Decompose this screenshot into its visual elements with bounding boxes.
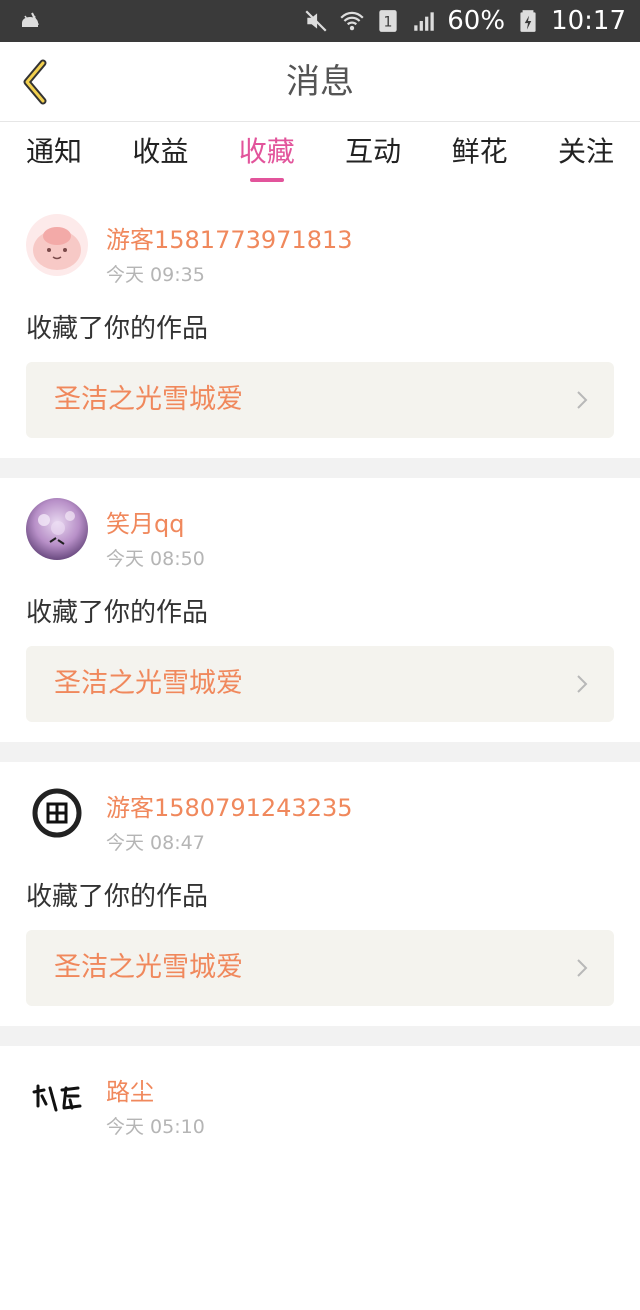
- work-title: 圣洁之光雪城爱: [54, 952, 243, 983]
- android-debug-icon: [22, 12, 39, 27]
- action-text: 收藏了你的作品: [26, 598, 209, 628]
- username[interactable]: 游客1581773971813: [106, 220, 353, 255]
- username[interactable]: 游客1580791243235: [106, 788, 353, 823]
- avatar[interactable]: [26, 782, 88, 844]
- avatar[interactable]: [26, 1066, 88, 1128]
- tab-bar: 通知 收益 收藏 互动 鲜花 关注: [0, 122, 640, 194]
- wifi-icon: [340, 11, 364, 31]
- avatar[interactable]: [26, 214, 88, 276]
- tab-interactions[interactable]: 互动: [345, 122, 401, 194]
- username[interactable]: 路尘: [106, 1072, 154, 1107]
- battery-percent: 60%: [447, 6, 506, 36]
- timestamp: 今天 08:47: [106, 832, 205, 854]
- battery-charging-icon: [520, 10, 536, 32]
- work-link[interactable]: 圣洁之光雪城爱: [26, 930, 614, 1006]
- chevron-right-icon: [577, 959, 588, 977]
- chevron-right-icon: [577, 675, 588, 693]
- tab-notifications[interactable]: 通知: [26, 122, 82, 194]
- avatar-pink-mascot-icon: [26, 214, 88, 276]
- message-card: 路尘 今天 05:10: [0, 1046, 640, 1310]
- tab-favorites[interactable]: 收藏: [239, 122, 295, 194]
- tab-flowers[interactable]: 鲜花: [452, 122, 508, 194]
- work-link[interactable]: 圣洁之光雪城爱: [26, 362, 614, 438]
- chevron-right-icon: [577, 391, 588, 409]
- mute-icon: [305, 10, 327, 32]
- action-text: 收藏了你的作品: [26, 314, 209, 344]
- tab-earnings[interactable]: 收益: [132, 122, 188, 194]
- sim-1-icon: 1: [379, 10, 397, 32]
- avatar-purple-flowers-icon: [26, 498, 88, 560]
- action-text: 收藏了你的作品: [26, 882, 209, 912]
- message-card: 游客1581773971813 今天 09:35 收藏了你的作品 圣洁之光雪城爱: [0, 194, 640, 458]
- signal-icon: [414, 12, 435, 31]
- tab-follows[interactable]: 关注: [558, 122, 614, 194]
- timestamp: 今天 08:50: [106, 548, 205, 570]
- avatar-ink-circle-icon: [26, 782, 88, 844]
- top-bar: 消息: [0, 42, 640, 122]
- username[interactable]: 笑月qq: [106, 504, 184, 539]
- timestamp: 今天 05:10: [106, 1116, 205, 1138]
- work-link[interactable]: 圣洁之光雪城爱: [26, 646, 614, 722]
- svg-text:1: 1: [384, 14, 393, 30]
- clock: 10:17: [551, 6, 626, 36]
- avatar-calligraphy-icon: [26, 1066, 88, 1128]
- message-list: 游客1581773971813 今天 09:35 收藏了你的作品 圣洁之光雪城爱: [0, 194, 640, 1310]
- work-title: 圣洁之光雪城爱: [54, 384, 243, 415]
- timestamp: 今天 09:35: [106, 264, 205, 286]
- page-title: 消息: [286, 62, 354, 102]
- status-bar: 1 60% 10:17: [0, 0, 640, 42]
- message-card: 笑月qq 今天 08:50 收藏了你的作品 圣洁之光雪城爱: [0, 478, 640, 742]
- message-card: 游客1580791243235 今天 08:47 收藏了你的作品 圣洁之光雪城爱: [0, 762, 640, 1026]
- avatar[interactable]: [26, 498, 88, 560]
- work-title: 圣洁之光雪城爱: [54, 668, 243, 699]
